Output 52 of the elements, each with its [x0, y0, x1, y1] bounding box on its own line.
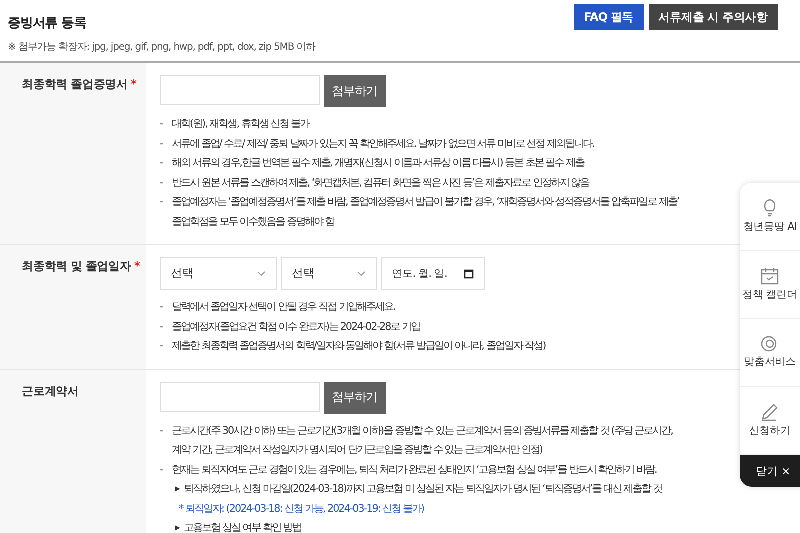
required-mark: * — [131, 77, 136, 91]
calendar-icon — [761, 267, 779, 285]
dash-mark: - — [160, 136, 164, 152]
file-types-note: ※ 첨부가능 확장자: jpg, jpeg, gif, png, hwp, pdf, ppt, dox, zip 5MB 이하 — [8, 41, 316, 54]
sub-note-text: 퇴직하였으나, 신청 마감일(2024-03-18)까지 고용보험 미 상실된 자는 퇴직일자가 명시된 ‘퇴직증명서’를 대신 제출할 것 — [184, 482, 662, 497]
quick-menu-item[interactable]: 정책 캘린더 — [740, 251, 800, 319]
quick-menu-item[interactable]: 맞춤서비스 — [740, 319, 800, 387]
dash-mark: - — [160, 424, 164, 438]
note-text: 근로시간(주 30시간 이하) 또는 근로기간(3개월 이하)을 증빙할 수 있는 근로계약서 등의 증빙서류를 제출할 것 (주당 근로시간, — [172, 424, 673, 438]
note-text: 현재는 퇴직자여도 근로 경험이 있는 경우에는, 퇴직 처리가 완료된 상태인지 ‘고용보험 상실 여부’를 반드시 확인하기 바람. — [172, 462, 657, 478]
required-mark: * — [134, 259, 140, 273]
dash-mark: - — [160, 117, 164, 132]
header-button[interactable]: FAQ 필독 — [574, 4, 644, 30]
quick-menu-item[interactable]: 청년몽땅 AI — [740, 183, 800, 251]
note-text: 졸업예정자(졸업요건 학점 이수 완료자)는 2024-02-28로 기입 — [172, 320, 420, 334]
note-text: 계약 기간, 근로계약서 작성일자가 명시되어 단기근로임을 증빙할 수 있는 근로계약서만 인정) — [172, 443, 542, 458]
note-text: 대학(원), 재학생, 휴학생 신청 불가 — [172, 117, 309, 132]
section-title: 증빙서류 등록 — [8, 15, 88, 32]
dash-mark: - — [160, 320, 164, 334]
lightbulb-icon — [763, 199, 777, 217]
select-dropdown[interactable]: 선택 — [160, 257, 277, 290]
chevron-down-icon — [257, 270, 266, 276]
field-label: 최종학력 졸업증명서 — [22, 77, 128, 91]
attach-button[interactable]: 첨부하기 — [324, 382, 386, 414]
select-dropdown[interactable]: 선택 — [281, 257, 377, 290]
note-text: 달력에서 졸업일자 선택이 안될 경우 직접 기입해주세요. — [172, 300, 396, 315]
dash-mark: - — [160, 462, 164, 478]
note-text: 해외 서류의 경우,한글 번역본 필수 제출, 개명자(신청시 이름과 서류상 이름 다를시) 등본 초본 필수 제출 — [172, 156, 584, 171]
note-text: 서류에 졸업/ 수료/ 제적/ 중퇴 날짜가 있는지 꼭 확인해주세요. 날짜가 없으면 서류 미비로 선정 제외됩니다. — [172, 136, 594, 152]
calendar-icon — [464, 268, 474, 278]
close-button[interactable]: 닫기 × — [740, 455, 800, 487]
pencil-icon — [761, 403, 779, 421]
date-field[interactable]: 연도. 월. 일. — [381, 257, 485, 290]
file-name-field[interactable] — [160, 75, 320, 105]
note-text: 반드시 원본 서류를 스캔하여 제출, ‘화면캡처본, 컴퓨터 화면을 찍은 사진 등’은 제출자료로 인정하지 않음 — [172, 176, 590, 190]
highlight-note-text: * 퇴직일자: (2024-03-18: 신청 가능, 2024-03-19: 신청 불가) — [178, 502, 426, 516]
header-button[interactable]: 서류제출 시 주의사항 — [648, 4, 778, 30]
target-icon — [761, 336, 779, 352]
note-text: 졸업예정자는 ‘졸업예정증명서’를 제출 바람, 졸업예정증명서 발급이 불가할 경우, ‘재학증명서와 성적증명서를 압축파일로 제출’ — [172, 195, 680, 210]
field-label: 최종학력 및 졸업일자 — [22, 259, 132, 273]
dash-mark: - — [160, 339, 164, 354]
dash-mark: - — [160, 300, 164, 315]
chevron-down-icon — [357, 270, 366, 276]
dash-mark: - — [160, 176, 164, 190]
attach-button[interactable]: 첨부하기 — [324, 75, 386, 107]
note-text: 제출한 최종학력 졸업증명서의 학력/일자와 동일해야 함(서류 발급일이 아니라, 졸업일자 작성) — [172, 339, 546, 354]
dash-mark: - — [160, 195, 164, 210]
field-label: 근로계약서 — [22, 384, 80, 398]
dash-mark: - — [160, 156, 164, 171]
note-text: 졸업학점을 모두 이수했음을 증명해야 함 — [172, 214, 334, 230]
sub-note-text: 고용보험 상실 여부 확인 방법 — [184, 521, 302, 533]
file-name-field[interactable] — [160, 382, 320, 412]
